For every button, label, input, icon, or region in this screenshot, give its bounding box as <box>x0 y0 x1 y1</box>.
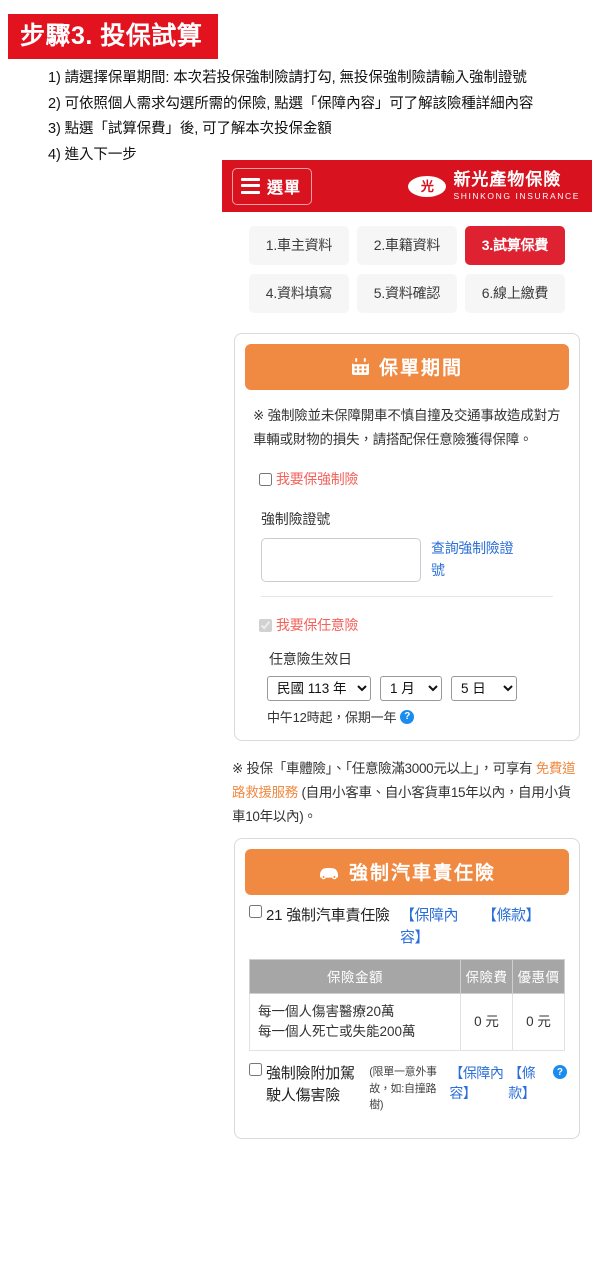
instruction-item: 2) 可依照個人需求勾選所需的保險, 點選「保障內容」可了解該險種詳細內容 <box>48 95 534 112</box>
table-header-premium: 保險費 <box>460 958 513 994</box>
shinkong-mark-icon: 光 <box>408 175 447 197</box>
coverage-rider-checkbox[interactable] <box>249 1063 262 1077</box>
site-header: 選單 光 新光產物保險 SHINKONG INSURANCE <box>222 160 592 212</box>
step-tab-4[interactable]: 4.資料填寫 <box>249 274 349 313</box>
instruction-item: 1) 請選擇保單期間: 本次若投保強制險請打勾, 無投保強制險請輸入強制證號 <box>48 70 527 86</box>
premium-table: 保險金額 保險費 優惠價 每一個人傷害醫療20萬 每一個人死亡或失能200萬 0… <box>248 958 565 1052</box>
compulsory-liability-header: 強制汽車責任險 <box>245 849 569 896</box>
optional-checkbox-label: 我要保任意險 <box>276 617 359 634</box>
coverage-rider-content-link[interactable]: 【保障內容】 <box>449 1063 504 1104</box>
table-header-row: 保險金額 保險費 優惠價 <box>248 958 565 994</box>
cell-premium: 0 元 <box>460 992 513 1052</box>
policy-period-card: 保單期間 ※ 強制險並未保障開車不慎自撞及交通事故造成對方車輛或財物的損失，請搭… <box>234 333 580 742</box>
help-icon[interactable]: ? <box>400 709 415 724</box>
hamburger-icon <box>241 177 260 194</box>
step-tab-6[interactable]: 6.線上繳費 <box>465 274 565 313</box>
policy-period-title: 保單期間 <box>378 358 463 379</box>
embedded-site: 選單 光 新光產物保險 SHINKONG INSURANCE 1.車主資料 2.… <box>222 160 592 1139</box>
coverage-main-checkbox[interactable] <box>249 905 262 919</box>
effective-date-hint: 中午12時起，保期一年 <box>267 710 397 726</box>
cert-number-input[interactable] <box>261 538 421 583</box>
coverage-rider-terms-link[interactable]: 【條款】 <box>508 1063 549 1104</box>
coverage-item-rider: 強制險附加駕駛人傷害險 (限單一意外事故，如:自撞路樹) 【保障內容】 【條款】… <box>245 1051 569 1124</box>
page-title: 步驟3. 投保試算 <box>8 14 219 59</box>
compulsory-liability-card: 強制汽車責任險 21 強制汽車責任險 【保障內容】 【條款】 保險金額 保險費 … <box>234 838 580 1139</box>
policy-period-header: 保單期間 <box>245 344 569 390</box>
brand-text: 新光產物保險 SHINKONG INSURANCE <box>453 169 580 201</box>
optional-checkbox-row[interactable]: 我要保任意險 <box>259 615 569 635</box>
brand-name-en: SHINKONG INSURANCE <box>453 190 580 201</box>
table-header-amount: 保險金額 <box>248 958 462 994</box>
cell-discount: 0 元 <box>512 992 565 1052</box>
coverage-item-main: 21 強制汽車責任險 【保障內容】 【條款】 <box>245 895 569 959</box>
compulsory-checkbox-label: 我要保強制險 <box>276 471 359 488</box>
table-row: 每一個人傷害醫療20萬 每一個人死亡或失能200萬 0 元 0 元 <box>248 992 565 1052</box>
coverage-main-content-link[interactable]: 【保障內容】 <box>400 905 478 949</box>
table-header-discount: 優惠價 <box>512 958 565 994</box>
cert-query-link[interactable]: 查詢強制險證號 <box>431 538 523 581</box>
rider-help-icon[interactable]: ? <box>552 1065 567 1080</box>
step-tab-3[interactable]: 3.試算保費 <box>465 226 565 265</box>
menu-button[interactable]: 選單 <box>232 167 313 205</box>
compulsory-checkbox[interactable] <box>259 472 272 486</box>
instruction-item: 3) 點選「試算保費」後, 可了解本次投保金額 <box>48 121 332 137</box>
divider <box>261 596 553 598</box>
month-select[interactable]: 1 月 <box>380 676 442 702</box>
compulsory-liability-title: 強制汽車責任險 <box>348 863 496 885</box>
cert-number-row: 查詢強制險證號 <box>261 538 569 583</box>
cell-amount: 每一個人傷害醫療20萬 每一個人死亡或失能200萬 <box>248 992 462 1052</box>
year-select[interactable]: 民國 113 年 <box>267 676 371 702</box>
roadside-note-prefix: ※ 投保「車體險」、「任意險滿3000元以上」，可享有 <box>232 761 536 777</box>
step-tabs: 1.車主資料 2.車籍資料 3.試算保費 4.資料填寫 5.資料確認 6.線上繳… <box>222 212 592 323</box>
coverage-main-name: 21 強制汽車責任險 <box>266 907 390 925</box>
coverage-rider-name: 強制險附加駕駛人傷害險 <box>266 1065 355 1104</box>
car-icon <box>319 867 338 879</box>
effective-date-selects: 民國 113 年 1 月 5 日 <box>267 676 569 702</box>
brand-name-cn: 新光產物保險 <box>453 169 562 190</box>
day-select[interactable]: 5 日 <box>451 676 517 702</box>
brand-mark-char: 光 <box>420 178 434 194</box>
calendar-icon <box>351 358 369 375</box>
step-tab-5[interactable]: 5.資料確認 <box>357 274 457 313</box>
brand-logo: 光 新光產物保險 SHINKONG INSURANCE <box>408 169 592 201</box>
menu-button-label: 選單 <box>267 179 302 197</box>
effective-date-hint-row: 中午12時起，保期一年 ? <box>267 707 569 726</box>
compulsory-checkbox-row[interactable]: 我要保強制險 <box>259 469 569 489</box>
instruction-list: 1) 請選擇保單期間: 本次若投保強制險請打勾, 無投保強制險請輸入強制證號 2… <box>8 71 600 162</box>
effective-date-label: 任意險生效日 <box>269 651 352 668</box>
coverage-main-terms-link[interactable]: 【條款】 <box>482 905 541 927</box>
roadside-assistance-note: ※ 投保「車體險」、「任意險滿3000元以上」，可享有 免費道路救援服務 (自用… <box>232 757 582 828</box>
coverage-rider-subnote: (限單一意外事故，如:自撞路樹) <box>369 1066 437 1112</box>
step-tab-2[interactable]: 2.車籍資料 <box>357 226 457 265</box>
cert-number-label: 強制險證號 <box>261 511 330 528</box>
optional-checkbox[interactable] <box>259 618 272 632</box>
compulsory-disclaimer: ※ 強制險並未保障開車不慎自撞及交通事故造成對方車輛或財物的損失，請搭配保任意險… <box>253 408 561 447</box>
step-tab-1[interactable]: 1.車主資料 <box>249 226 349 265</box>
